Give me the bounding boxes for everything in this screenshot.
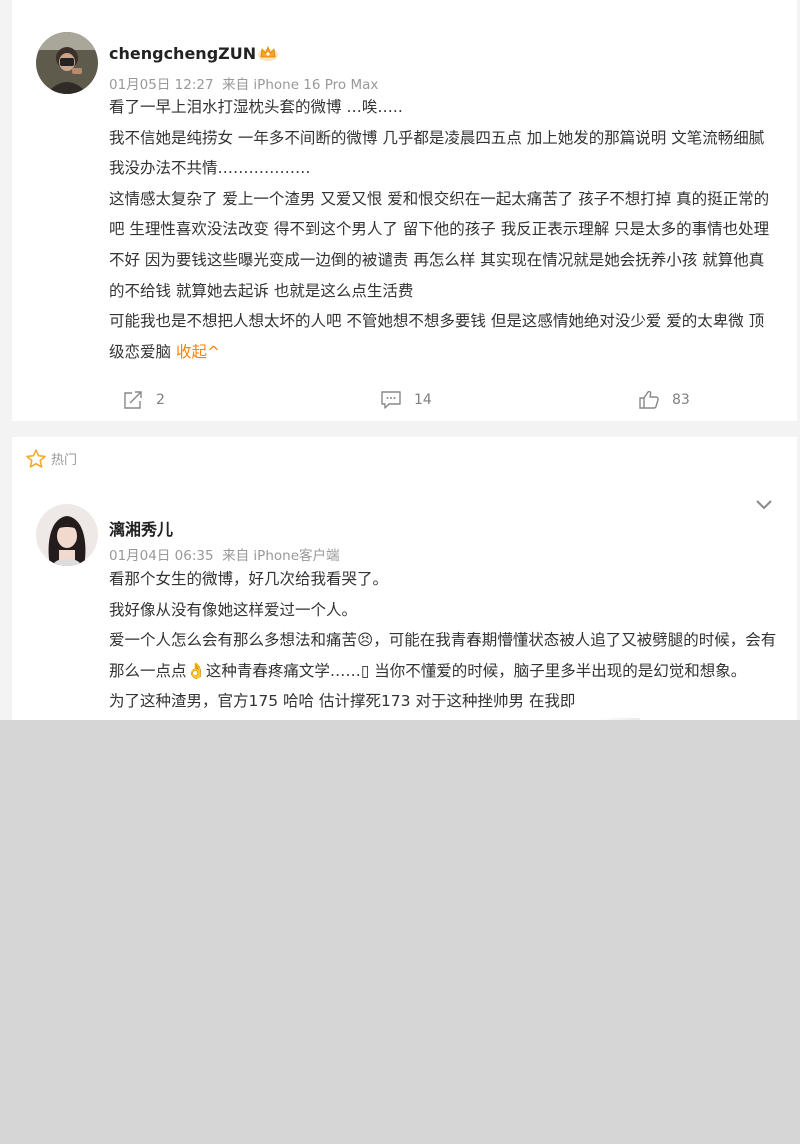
hot-section-header: 热门: [26, 449, 77, 468]
repost-button[interactable]: 2: [122, 388, 165, 412]
commenter-username[interactable]: 漓湘秀儿: [109, 516, 173, 540]
like-button[interactable]: 83: [638, 388, 690, 412]
comment-body: 看那个女生的微博，好几次给我看哭了。 我好像从没有像她这样爱过一个人。 爱一个人…: [109, 564, 777, 717]
repost-count: 2: [156, 392, 165, 408]
comment-text: 爱一个人怎么会有那么多想法和痛苦: [109, 631, 358, 650]
avatar-photo: [36, 32, 98, 94]
comment-line: 我好像从没有像她这样爱过一个人。: [109, 600, 358, 619]
commenter-avatar[interactable]: [36, 504, 98, 566]
hot-comment-card: 热门 漓湘秀儿 01月04日 06:35 来自 iPhone客户端 看那个女生的…: [12, 437, 797, 720]
blank-area: [0, 720, 800, 1144]
comment-line-truncated: 为了这种渣男，官方175 哈哈 估计撑死173 对于这种挫帅男 在我即: [109, 692, 576, 711]
post-username[interactable]: chengchengZUN: [109, 44, 256, 63]
post-paragraph: 看了一早上泪水打湿枕头套的微博 …唉…..: [109, 98, 403, 116]
like-count: 83: [672, 392, 690, 408]
hot-label: 热门: [51, 453, 78, 468]
comment-line: 看那个女生的微博，好几次给我看哭了。: [109, 570, 389, 588]
post-paragraph: 可能我也是不想把人想太坏的人吧 不管她想不想多要钱 但是这感情她绝对没少爱 爱的…: [109, 306, 773, 367]
avatar[interactable]: [36, 32, 98, 94]
post-body: 看了一早上泪水打湿枕头套的微博 …唉….. 我不信她是纯捞女 一年多不间断的微博…: [109, 92, 773, 367]
thumbs-up-icon: [639, 390, 659, 409]
comment-icon: [381, 391, 401, 409]
post-card: chengchengZUN 01月05日 12:27 来自 iPhone 16 …: [12, 0, 797, 421]
comment-text: 这种青春疼痛文学……: [205, 661, 361, 680]
comment-meta: 01月04日 06:35 来自 iPhone客户端: [109, 548, 340, 564]
comment-count: 14: [414, 392, 432, 408]
crown-badge-icon[interactable]: [257, 44, 279, 66]
comment-button[interactable]: 14: [380, 388, 432, 412]
post-paragraph: 我不信她是纯捞女 一年多不间断的微博 几乎都是凌晨四五点 加上她发的那篇说明 文…: [109, 128, 765, 178]
post-paragraph: 这情感太复杂了 爱上一个渣男 又爱又恨 爱和恨交织在一起太痛苦了 孩子不想打掉 …: [109, 189, 770, 300]
hand-emoji: 👌: [186, 661, 206, 680]
collapse-link[interactable]: 收起^: [176, 343, 220, 361]
comment-text: 当你不懂爱的时候，脑子里多半出现的是幻觉和想象。: [369, 661, 747, 680]
comment-line: 爱一个人怎么会有那么多想法和痛苦😣，可能在我青春期懵懂状态被人追了又被劈腿的时候…: [109, 625, 777, 686]
star-icon: [26, 449, 46, 468]
repost-icon: [124, 391, 142, 409]
post-meta: 01月05日 12:27 来自 iPhone 16 Pro Max: [109, 77, 379, 93]
commenter-avatar-photo: [36, 504, 98, 566]
chevron-down-icon[interactable]: [754, 497, 774, 511]
weibo-feed: chengchengZUN 01月05日 12:27 来自 iPhone 16 …: [0, 0, 800, 720]
persevering-face-emoji: 😣: [357, 631, 374, 650]
